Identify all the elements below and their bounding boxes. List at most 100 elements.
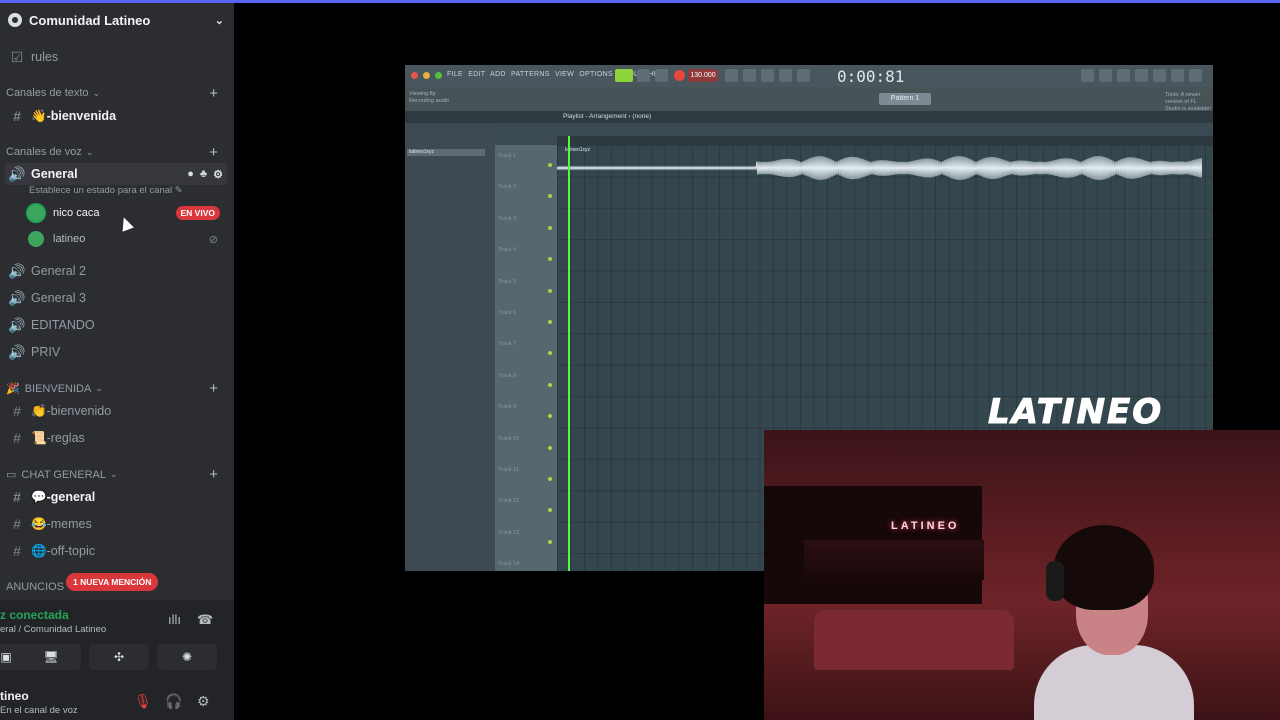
channel-rules[interactable]: ☑ rules <box>5 45 227 69</box>
user-settings-gear-icon[interactable]: ⚙ <box>197 693 210 710</box>
track-label[interactable]: Track 5 <box>498 279 516 285</box>
pattern-song-toggle-icon[interactable] <box>615 69 633 82</box>
track-label[interactable]: Track 3 <box>498 216 516 222</box>
save-icon[interactable] <box>1153 69 1166 82</box>
countdown-icon[interactable] <box>761 69 774 82</box>
headphones-icon[interactable]: 🎧 <box>165 693 182 710</box>
add-channel-icon[interactable]: + <box>209 144 218 161</box>
metronome-icon[interactable] <box>725 69 738 82</box>
play-icon[interactable] <box>637 69 650 82</box>
voice-connected-channel[interactable]: eral / Comunidad Latineo <box>0 624 106 635</box>
track-label[interactable]: Track 1 <box>498 153 516 159</box>
playlist-titlebar <box>405 111 1213 123</box>
export-icon[interactable] <box>1189 69 1202 82</box>
daw-menu-bar[interactable]: FILE EDIT ADD PATTERNS VIEW OPTIONS TOOL… <box>447 71 668 78</box>
track-mute-led[interactable] <box>548 477 552 481</box>
track-label[interactable]: Track 8 <box>498 373 516 379</box>
chat-bubble-icon[interactable]: ● <box>187 168 194 181</box>
voice-channel-priv[interactable]: 🔊 PRIV <box>5 340 227 364</box>
mixer-icon[interactable] <box>1171 69 1184 82</box>
track-label[interactable]: Track 10 <box>498 436 519 442</box>
track-label[interactable]: Track 4 <box>498 247 516 253</box>
voice-channel-general-2[interactable]: 🔊 General 2 <box>5 259 227 283</box>
close-dot-icon[interactable] <box>411 72 418 79</box>
track-mute-led[interactable] <box>548 508 552 513</box>
category-chat-general[interactable]: ▭ CHAT GENERAL ⌄ + <box>6 466 226 483</box>
track-mute-led[interactable] <box>548 257 552 262</box>
new-mention-pill[interactable]: 1 NUEVA MENCIÓN <box>66 573 159 591</box>
hint-line-2: Recording audio <box>409 98 450 104</box>
server-header[interactable]: Comunidad Latineo ⌄ <box>0 3 234 37</box>
channel-bienvenido[interactable]: # 👏-bienvenido <box>5 399 227 423</box>
track-mute-led[interactable] <box>548 539 552 544</box>
channel-general-text[interactable]: # 💬-general <box>5 485 227 509</box>
track-label[interactable]: Track 14 <box>498 561 519 567</box>
browser-selected-item[interactable]: latineo1xyz <box>407 149 485 156</box>
voice-channel-general[interactable]: 🔊 General ● ♣ ⚙ <box>5 163 227 185</box>
add-channel-icon[interactable]: + <box>209 380 218 397</box>
blend-icon[interactable] <box>779 69 792 82</box>
track-mute-led[interactable] <box>548 194 552 199</box>
channel-memes[interactable]: # 😂-memes <box>5 512 227 536</box>
tempo-display[interactable]: 130.000 <box>688 69 718 82</box>
track-mute-led[interactable] <box>548 225 552 230</box>
screen-share-button[interactable]: 🖥 <box>21 644 81 670</box>
track-mute-led[interactable] <box>548 414 552 419</box>
activities-button[interactable]: ✣ <box>89 644 149 670</box>
track-label[interactable]: Track 2 <box>498 184 516 190</box>
track-label[interactable]: Track 11 <box>498 467 519 473</box>
channel-label: General 3 <box>31 291 86 305</box>
cpu-icon <box>1081 69 1094 82</box>
track-mute-led[interactable] <box>548 351 552 356</box>
stop-icon[interactable] <box>655 69 668 82</box>
username[interactable]: tineo <box>0 689 29 703</box>
mic-muted-icon[interactable]: 🎙 <box>134 693 152 710</box>
pattern-selector[interactable]: Pattern 1 <box>879 93 931 105</box>
track-mute-led[interactable] <box>548 320 552 324</box>
category-bienvenida[interactable]: 🎉 BIENVENIDA ⌄ + <box>6 380 226 397</box>
add-member-icon[interactable]: ♣ <box>200 168 207 181</box>
record-icon[interactable] <box>674 70 685 81</box>
soundboard-icon: ✺ <box>181 650 193 664</box>
soundboard-button[interactable]: ✺ <box>157 644 217 670</box>
track-mute-led[interactable] <box>548 382 552 387</box>
update-notice[interactable]: Tools: A newer version of FL Studio is a… <box>1165 92 1211 113</box>
noise-suppression-icon[interactable]: ıllı <box>168 612 181 627</box>
user-panel: tineo En el canal de voz 🎙 🎧 ⚙ <box>0 675 234 720</box>
playhead[interactable] <box>568 136 570 571</box>
disconnect-icon[interactable]: ☎ <box>197 612 213 628</box>
track-label[interactable]: Track 9 <box>498 404 516 410</box>
wait-input-icon[interactable] <box>743 69 756 82</box>
category-voice-channels[interactable]: Canales de voz ⌄ + <box>6 144 226 161</box>
audio-clip-waveform[interactable] <box>557 153 1202 183</box>
channel-reglas[interactable]: # 📜-reglas <box>5 426 227 450</box>
channel-off-topic[interactable]: # 🌐-off-topic <box>5 539 227 563</box>
timeline-ruler[interactable] <box>557 136 1213 145</box>
zoom-dot-icon[interactable] <box>435 72 442 79</box>
pencil-icon: ✎ <box>174 185 183 196</box>
add-channel-icon[interactable]: + <box>209 466 218 483</box>
track-mute-led[interactable] <box>548 445 552 450</box>
track-label[interactable]: Track 12 <box>498 498 519 504</box>
settings-gear-icon[interactable]: ⚙ <box>213 168 223 181</box>
voice-channel-general-3[interactable]: 🔊 General 3 <box>5 286 227 310</box>
track-mute-led[interactable] <box>548 288 552 293</box>
minimize-dot-icon[interactable] <box>423 72 430 79</box>
channel-status-prompt[interactable]: Establece un estado para el canal ✎ <box>29 185 183 196</box>
category-text-channels[interactable]: Canales de texto ⌄ + <box>6 85 226 102</box>
channel-bienvenida[interactable]: # 👋-bienvenida <box>5 104 227 128</box>
mic-icon[interactable] <box>1117 69 1130 82</box>
window-controls[interactable] <box>411 72 442 79</box>
track-label[interactable]: Track 6 <box>498 310 516 316</box>
close-x-icon[interactable] <box>1099 69 1112 82</box>
loop-record-icon[interactable] <box>797 69 810 82</box>
add-channel-icon[interactable]: + <box>209 85 218 102</box>
track-label[interactable]: Track 7 <box>498 341 516 347</box>
voice-user-latineo[interactable]: latineo ⊘ <box>28 228 226 250</box>
track-mute-led[interactable] <box>548 163 552 167</box>
track-label[interactable]: Track 13 <box>498 530 519 536</box>
daw-browser[interactable]: latineo1xyz <box>405 123 495 571</box>
hash-icon: # <box>13 516 21 532</box>
help-icon[interactable] <box>1135 69 1148 82</box>
voice-channel-editando[interactable]: 🔊 EDITANDO <box>5 313 227 337</box>
